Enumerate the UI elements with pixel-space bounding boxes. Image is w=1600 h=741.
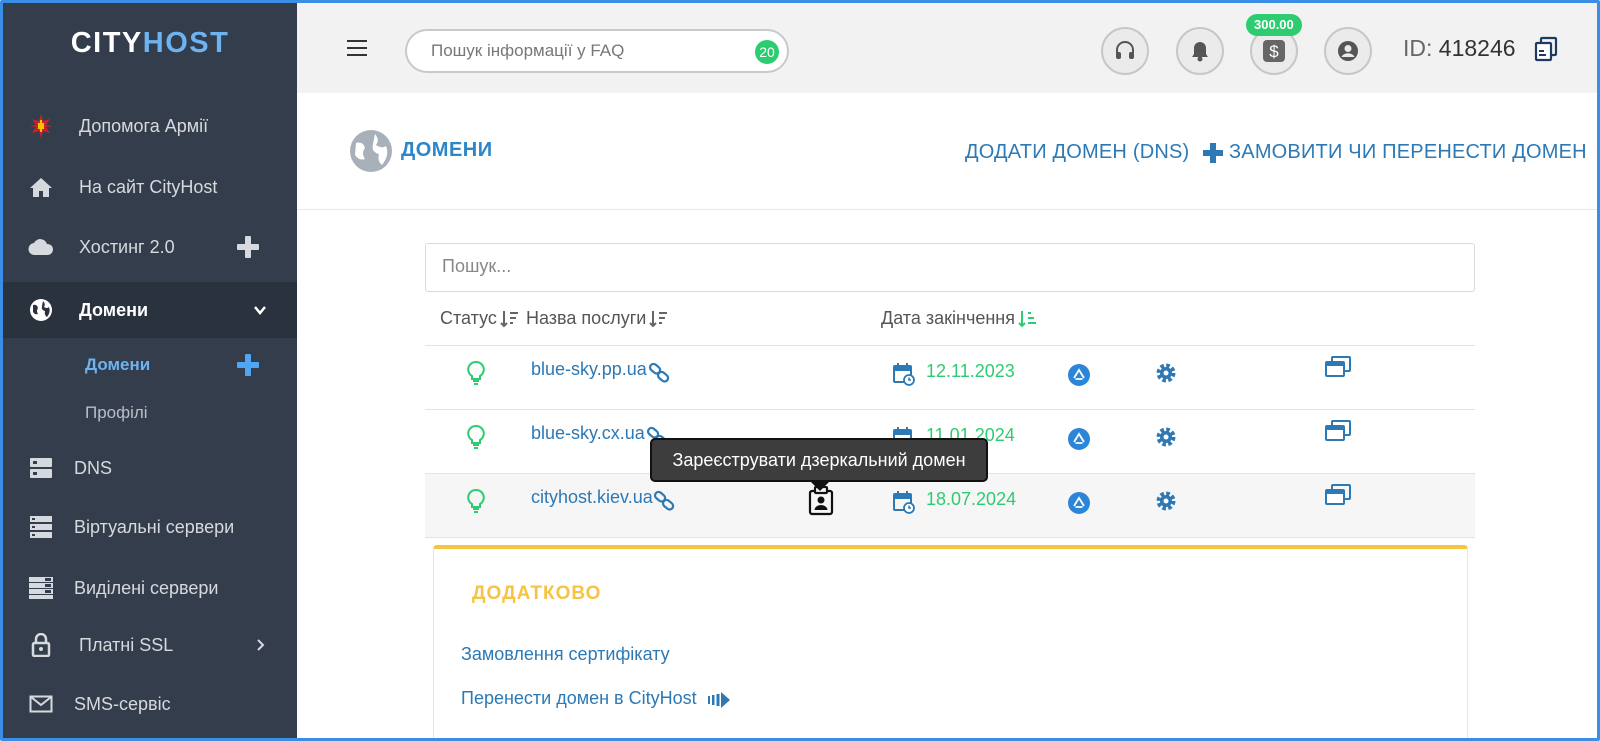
add-hosting-icon[interactable] xyxy=(237,236,259,258)
table-row: cityhost.kiev.ua 18.07.2024 xyxy=(425,474,1475,538)
additional-panel: ДОДАТКОВО Замовлення сертифікату Перенес… xyxy=(433,545,1468,738)
column-header-name[interactable]: Назва послуги xyxy=(526,308,669,329)
home-icon xyxy=(28,174,54,200)
order-transfer-domain-link[interactable]: ЗАМОВИТИ ЧИ ПЕРЕНЕСТИ ДОМЕН xyxy=(1229,141,1587,164)
app-frame: CITYHOST Допомога Армії На сайт CityHost xyxy=(0,0,1600,741)
dedicated-servers-icon xyxy=(28,575,54,601)
sidebar-subitem-profiles[interactable]: Профілі xyxy=(85,403,148,423)
sidebar-item-domains[interactable]: Домени xyxy=(3,282,297,338)
sidebar-item-dedicated[interactable]: Виділені сервери xyxy=(3,560,297,616)
windows-icon[interactable] xyxy=(1325,420,1351,442)
support-button[interactable] xyxy=(1101,27,1149,75)
domain-search-input[interactable] xyxy=(442,244,1442,289)
plus-icon[interactable] xyxy=(1203,143,1223,163)
sidebar: CITYHOST Допомога Армії На сайт CityHost xyxy=(3,3,297,738)
gear-icon[interactable] xyxy=(1154,425,1178,449)
order-certificate-link[interactable]: Замовлення сертифікату xyxy=(461,644,670,665)
additional-title: ДОДАТКОВО xyxy=(472,583,602,604)
domain-link[interactable]: cityhost.kiev.ua xyxy=(531,487,653,508)
arrow-right-icon xyxy=(708,692,730,708)
sidebar-item-site[interactable]: На сайт CityHost xyxy=(3,159,297,215)
svg-text:$: $ xyxy=(1269,42,1279,61)
faq-search-input[interactable] xyxy=(431,31,751,71)
balance-badge: 300.00 xyxy=(1246,14,1302,36)
chain-link-icon[interactable] xyxy=(648,361,672,385)
sidebar-item-vps[interactable]: Віртуальні сервери xyxy=(3,499,297,555)
lock-icon xyxy=(28,632,54,658)
lightbulb-icon xyxy=(467,488,485,513)
calendar-clock-icon xyxy=(893,363,915,386)
sidebar-item-hosting[interactable]: Хостинг 2.0 xyxy=(3,219,297,275)
globe-icon xyxy=(28,297,54,323)
notifications-button[interactable] xyxy=(1176,27,1224,75)
domain-link[interactable]: blue-sky.pp.ua xyxy=(531,359,647,380)
sidebar-item-sms[interactable]: SMS-сервіс xyxy=(3,676,297,732)
faq-search-box: 20 xyxy=(405,29,789,73)
mail-icon xyxy=(28,691,54,717)
gear-icon[interactable] xyxy=(1154,361,1178,385)
page-header: ДОМЕНИ ДОДАТИ ДОМЕН (DNS) ЗАМОВИТИ ЧИ ПЕ… xyxy=(297,93,1597,210)
sidebar-item-dns[interactable]: DNS xyxy=(3,440,297,496)
table-row: blue-sky.pp.ua 12.11.2023 xyxy=(425,346,1475,410)
chain-link-icon[interactable] xyxy=(653,489,677,513)
sort-active-icon xyxy=(1018,310,1036,327)
headset-icon xyxy=(1116,41,1134,59)
sort-icon xyxy=(500,310,518,327)
dollar-icon: $ xyxy=(1263,40,1285,62)
copy-icon[interactable] xyxy=(1533,36,1559,62)
account-id: ID: 418246 xyxy=(1403,35,1516,61)
bell-icon xyxy=(1192,42,1208,62)
servers-icon xyxy=(28,514,54,540)
sidebar-item-army-help[interactable]: Допомога Армії xyxy=(3,98,297,154)
gear-icon[interactable] xyxy=(1154,489,1178,513)
profile-button[interactable] xyxy=(1324,27,1372,75)
sort-icon xyxy=(649,310,668,327)
globe-icon xyxy=(350,130,392,172)
renew-icon[interactable] xyxy=(1068,364,1090,386)
windows-icon[interactable] xyxy=(1325,484,1351,506)
expiry-date: 18.07.2024 xyxy=(926,489,1017,509)
chevron-right-icon xyxy=(257,639,265,651)
page-title: ДОМЕНИ xyxy=(401,139,493,161)
column-header-expiry[interactable]: Дата закінчення xyxy=(881,308,1038,329)
cloud-icon xyxy=(28,234,54,260)
army-emblem-icon xyxy=(28,113,54,139)
column-header-status[interactable]: Статус xyxy=(440,308,520,329)
add-domain-icon[interactable] xyxy=(237,354,259,376)
add-dns-domain-link[interactable]: ДОДАТИ ДОМЕН (DNS) xyxy=(965,141,1189,164)
calendar-clock-icon xyxy=(893,491,915,514)
renew-icon[interactable] xyxy=(1068,428,1090,450)
faq-count-badge: 20 xyxy=(755,40,779,64)
transfer-domain-link[interactable]: Перенести домен в CityHost xyxy=(461,688,697,709)
lightbulb-icon xyxy=(467,424,485,449)
sidebar-subitem-domains[interactable]: Домени xyxy=(85,355,150,375)
windows-icon[interactable] xyxy=(1325,356,1351,378)
renew-icon[interactable] xyxy=(1068,492,1090,514)
expiry-date: 12.11.2023 xyxy=(926,361,1015,381)
domain-search-box xyxy=(425,243,1475,292)
dns-icon xyxy=(28,455,54,481)
domain-link[interactable]: blue-sky.cx.ua xyxy=(531,423,645,444)
menu-toggle-icon[interactable] xyxy=(347,40,367,56)
cityhost-logo[interactable]: CITYHOST xyxy=(3,27,297,60)
mirror-domain-tooltip: Зареєструвати дзеркальний домен xyxy=(650,438,988,491)
chevron-down-icon xyxy=(254,306,266,315)
user-icon xyxy=(1338,41,1358,61)
sidebar-item-ssl[interactable]: Платні SSL xyxy=(3,617,297,673)
lightbulb-icon xyxy=(467,360,485,385)
